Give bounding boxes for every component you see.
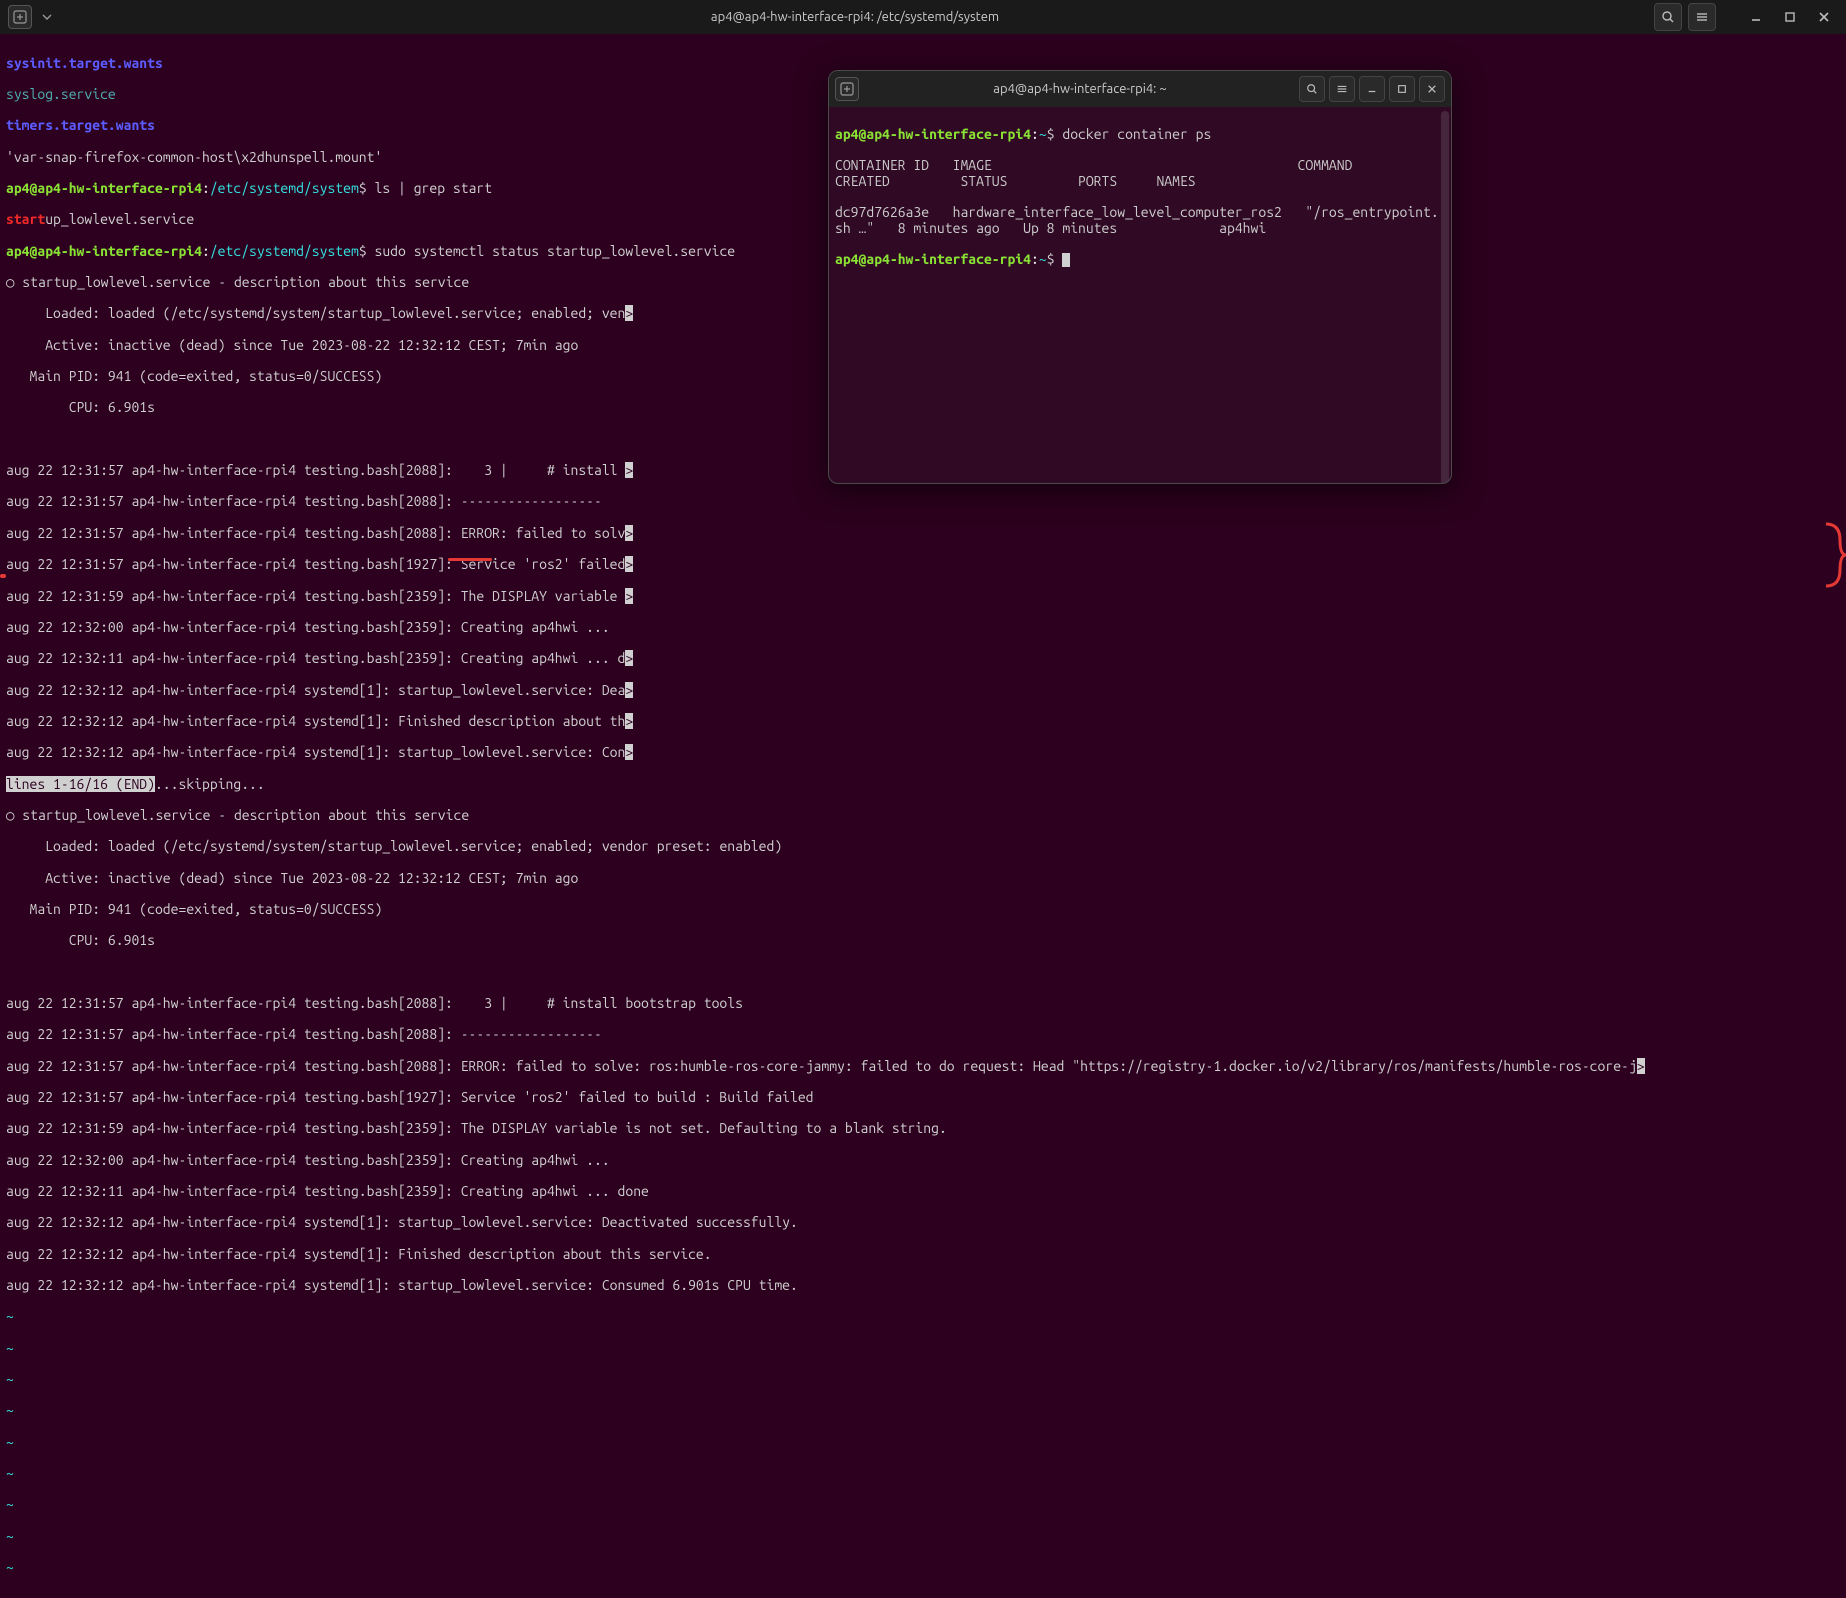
prompt-user: ap4@ap4-hw-interface-rpi4 <box>835 126 1031 142</box>
truncation-indicator: > <box>625 744 633 760</box>
vim-tilde: ~ <box>6 1340 14 1356</box>
secondary-window-titlebar: ap4@ap4-hw-interface-rpi4: ~ <box>829 71 1451 107</box>
minimize-button[interactable] <box>1742 3 1770 31</box>
maximize-button[interactable] <box>1776 3 1804 31</box>
annotation-bracket-right <box>1826 520 1846 590</box>
maximize-button[interactable] <box>1389 76 1415 102</box>
truncation-indicator: > <box>625 462 633 478</box>
prompt-user: ap4@ap4-hw-interface-rpi4 <box>835 251 1031 267</box>
new-tab-button[interactable] <box>8 5 32 29</box>
docker-ps-row: dc97d7626a3e hardware_interface_low_leve… <box>835 204 1439 236</box>
vim-tilde: ~ <box>6 1434 14 1450</box>
scrollbar[interactable] <box>1441 111 1449 484</box>
prompt-path: ~ <box>1039 251 1047 267</box>
cursor-icon <box>1062 253 1070 267</box>
pager-status: lines 1-16/16 (END) <box>6 776 155 792</box>
file-listing: syslog.service <box>6 86 116 102</box>
annotation-underline-error <box>448 558 492 561</box>
truncation-indicator: > <box>1637 1058 1645 1074</box>
prompt-path: /etc/systemd/system <box>210 180 359 196</box>
file-listing: 'var-snap-firefox-common-host\x2dhunspel… <box>6 149 382 165</box>
vim-tilde: ~ <box>6 1465 14 1481</box>
search-button[interactable] <box>1299 76 1325 102</box>
command: $ ls | grep start <box>359 180 492 196</box>
secondary-terminal[interactable]: ap4@ap4-hw-interface-rpi4:~$ docker cont… <box>829 107 1451 303</box>
close-button[interactable] <box>1419 76 1445 102</box>
vim-tilde: ~ <box>6 1559 14 1575</box>
vim-tilde: ~ <box>6 1496 14 1512</box>
prompt-user: ap4@ap4-hw-interface-rpi4 <box>6 180 202 196</box>
new-tab-button[interactable] <box>835 77 859 101</box>
vim-tilde: ~ <box>6 1528 14 1544</box>
secondary-window-title: ap4@ap4-hw-interface-rpi4: ~ <box>865 82 1295 96</box>
main-window-title: ap4@ap4-hw-interface-rpi4: /etc/systemd/… <box>62 10 1648 24</box>
command: $ docker container ps <box>1047 126 1212 142</box>
truncation-indicator: > <box>625 682 633 698</box>
status-circle-icon: ○ <box>6 807 22 823</box>
annotation-marker-orej <box>0 574 6 578</box>
vim-tilde: ~ <box>6 1371 14 1387</box>
main-window-titlebar: ap4@ap4-hw-interface-rpi4: /etc/systemd/… <box>0 0 1846 34</box>
truncation-indicator: > <box>625 305 633 321</box>
vim-tilde: ~ <box>6 1402 14 1418</box>
command: $ sudo systemctl status startup_lowlevel… <box>359 243 735 259</box>
status-circle-icon: ○ <box>6 274 22 290</box>
truncation-indicator: > <box>625 588 633 604</box>
grep-match: start <box>6 211 45 227</box>
minimize-button[interactable] <box>1359 76 1385 102</box>
prompt-user: ap4@ap4-hw-interface-rpi4 <box>6 243 202 259</box>
close-button[interactable] <box>1810 3 1838 31</box>
truncation-indicator: > <box>625 650 633 666</box>
search-button[interactable] <box>1654 3 1682 31</box>
hamburger-menu-button[interactable] <box>1688 3 1716 31</box>
dir-listing: timers.target.wants <box>6 117 155 133</box>
docker-ps-header: CONTAINER ID IMAGE COMMAND CREATED STATU… <box>835 157 1452 189</box>
truncation-indicator: > <box>625 556 633 572</box>
dir-listing: sysinit.target.wants <box>6 55 163 71</box>
hamburger-menu-button[interactable] <box>1329 76 1355 102</box>
truncation-indicator: > <box>625 713 633 729</box>
tab-dropdown-button[interactable] <box>38 5 56 29</box>
prompt-path: /etc/systemd/system <box>210 243 359 259</box>
secondary-terminal-window[interactable]: ap4@ap4-hw-interface-rpi4: ~ ap4@ap4-hw-… <box>828 70 1452 484</box>
truncation-indicator: > <box>625 525 633 541</box>
prompt-path: ~ <box>1039 126 1047 142</box>
vim-tilde: ~ <box>6 1308 14 1324</box>
